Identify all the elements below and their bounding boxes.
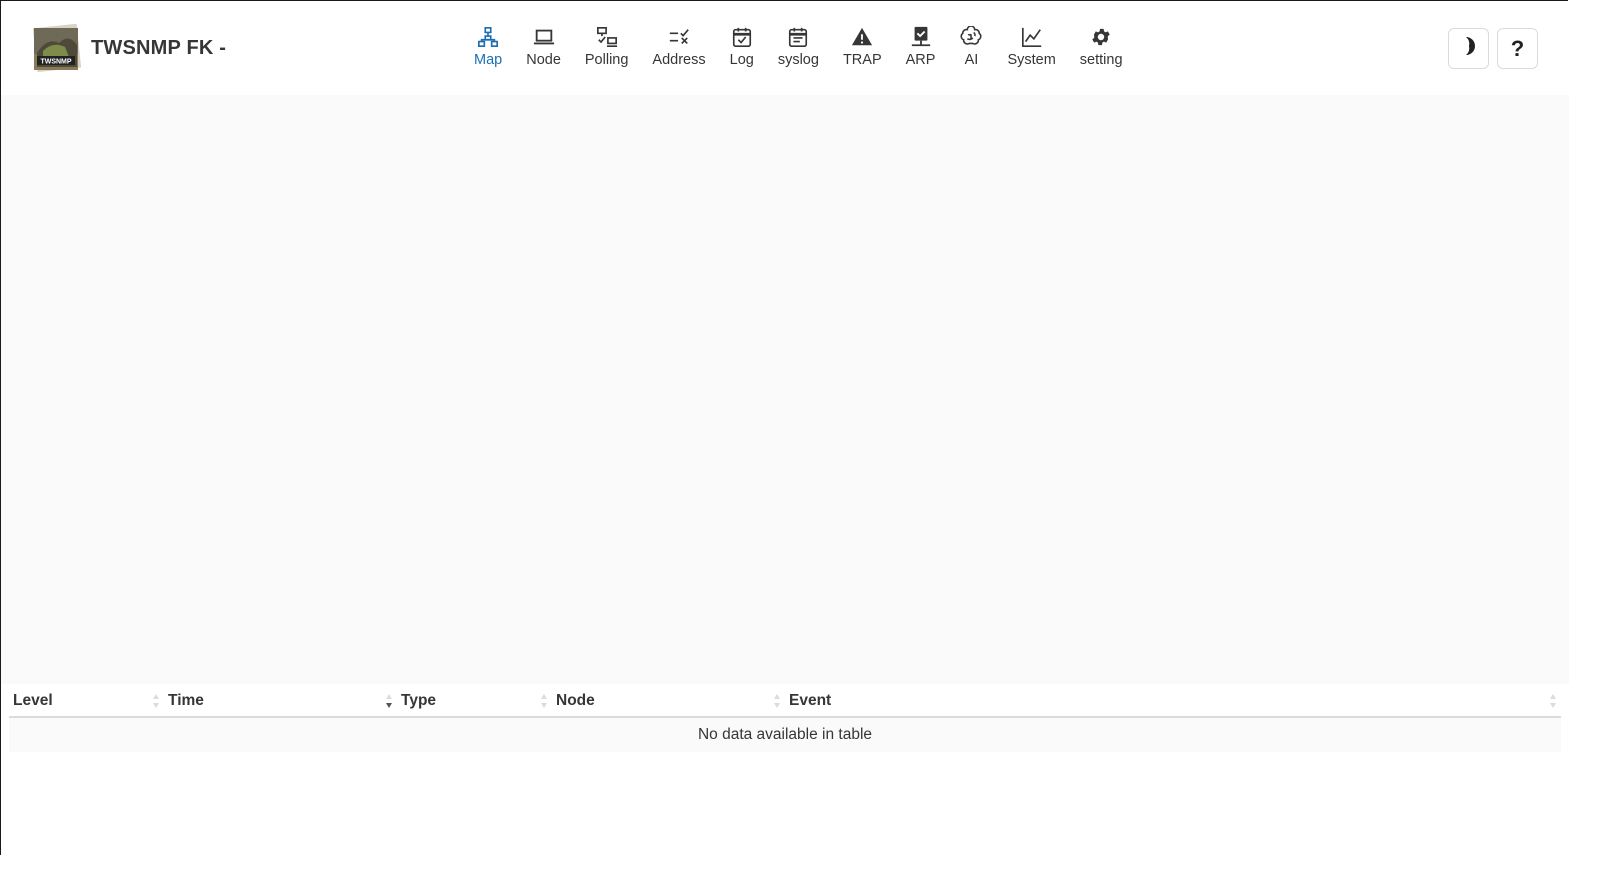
navbar-actions: ? xyxy=(1448,28,1538,69)
column-label: Node xyxy=(556,692,595,709)
sort-icon xyxy=(1550,694,1556,708)
moon-icon xyxy=(1459,35,1479,63)
chart-line-icon xyxy=(1020,25,1044,49)
nav-item-trap[interactable]: TRAP xyxy=(831,25,894,69)
nav-item-node[interactable]: Node xyxy=(514,25,573,69)
brain-icon xyxy=(959,25,983,49)
polling-icon xyxy=(595,25,619,49)
brand[interactable]: TWSNMP TWSNMP FK - xyxy=(31,23,226,73)
help-button[interactable]: ? xyxy=(1497,28,1538,69)
network-map[interactable] xyxy=(1,95,1569,684)
logo-text: TWSNMP xyxy=(40,59,71,66)
table-header-row: Level Time Type Node Event xyxy=(9,686,1561,718)
sort-icon xyxy=(153,694,159,708)
column-label: Type xyxy=(401,692,437,709)
nav-label: Log xyxy=(729,52,754,68)
column-header-type[interactable]: Type xyxy=(397,686,552,718)
nav-label: Address xyxy=(652,52,706,68)
lan-check-icon xyxy=(909,25,933,49)
navbar: TWSNMP TWSNMP FK - Map Node Polling Addr… xyxy=(1,1,1569,95)
address-list-icon xyxy=(667,25,691,49)
sort-icon xyxy=(774,694,780,708)
column-label: Event xyxy=(789,692,832,709)
calendar-text-icon xyxy=(786,25,810,49)
table-row: No data available in table xyxy=(9,717,1561,752)
main-nav: Map Node Polling Address Log syslog TRAP… xyxy=(462,25,1135,73)
sort-icon xyxy=(541,694,547,708)
nav-item-system[interactable]: System xyxy=(995,25,1067,69)
app-window: TWSNMP TWSNMP FK - Map Node Polling Addr… xyxy=(0,0,1569,855)
nav-item-address[interactable]: Address xyxy=(640,25,717,69)
event-log-table: Level Time Type Node Event No data avail… xyxy=(9,686,1561,752)
empty-table-message: No data available in table xyxy=(9,717,1561,752)
nav-label: setting xyxy=(1079,52,1123,68)
column-header-node[interactable]: Node xyxy=(552,686,785,718)
calendar-check-icon xyxy=(730,25,754,49)
column-header-event[interactable]: Event xyxy=(785,686,1561,718)
nav-item-map[interactable]: Map xyxy=(462,25,514,69)
network-icon xyxy=(476,25,500,49)
column-header-level[interactable]: Level xyxy=(9,686,164,718)
nav-label: Map xyxy=(474,52,503,68)
column-label: Time xyxy=(168,692,204,709)
nav-item-log[interactable]: Log xyxy=(718,25,766,69)
nav-label: syslog xyxy=(777,52,819,68)
sort-desc-icon xyxy=(386,694,392,708)
nav-label: AI xyxy=(964,52,979,68)
nav-label: System xyxy=(1007,52,1056,68)
dark-mode-button[interactable] xyxy=(1448,28,1489,69)
column-header-time[interactable]: Time xyxy=(164,686,397,718)
nav-label: ARP xyxy=(905,52,936,68)
nav-item-polling[interactable]: Polling xyxy=(573,25,641,69)
nav-item-syslog[interactable]: syslog xyxy=(766,25,831,69)
column-label: Level xyxy=(13,692,53,709)
nav-item-setting[interactable]: setting xyxy=(1068,25,1135,69)
nav-label: Polling xyxy=(584,52,629,68)
app-title: TWSNMP FK - xyxy=(91,36,227,59)
nav-item-ai[interactable]: AI xyxy=(947,25,995,69)
nav-label: Node xyxy=(526,52,561,68)
app-logo: TWSNMP xyxy=(31,23,82,73)
nav-item-arp[interactable]: ARP xyxy=(894,25,948,69)
warning-icon xyxy=(850,25,874,49)
laptop-icon xyxy=(532,25,556,49)
gear-icon xyxy=(1089,25,1113,49)
nav-label: TRAP xyxy=(842,52,882,68)
